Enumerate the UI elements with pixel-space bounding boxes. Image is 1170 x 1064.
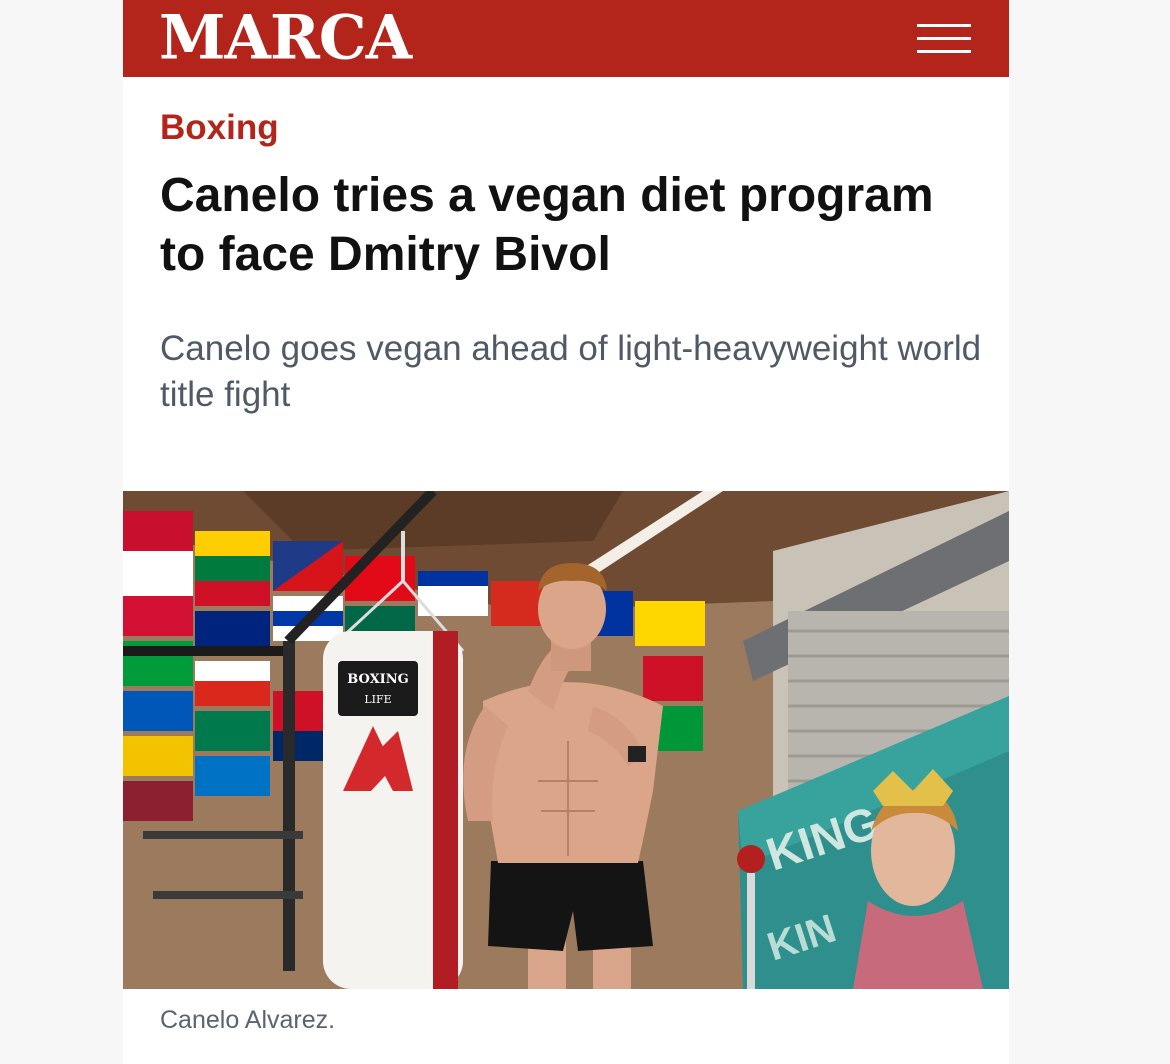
hamburger-menu-icon[interactable] [917,24,971,54]
photo-illustration: BOXING LIFE KING KIN [123,491,1009,989]
article-photo[interactable]: BOXING LIFE KING KIN [123,491,1009,989]
bag-label-line2: LIFE [364,693,391,706]
menu-bar-top [917,24,971,27]
marca-logo[interactable]: MARCA [159,1,412,74]
site-header: MARCA [123,0,1009,77]
menu-bar-middle [917,37,971,40]
bag-label-line1: BOXING [347,672,408,687]
photo-caption: Canelo Alvarez. [160,1006,336,1034]
menu-bar-bottom [917,50,971,53]
section-link-boxing[interactable]: Boxing [160,106,279,150]
article-subheadline: Canelo goes vegan ahead of light-heavywe… [160,329,982,414]
article-headline: Canelo tries a vegan diet program to fac… [160,169,934,281]
